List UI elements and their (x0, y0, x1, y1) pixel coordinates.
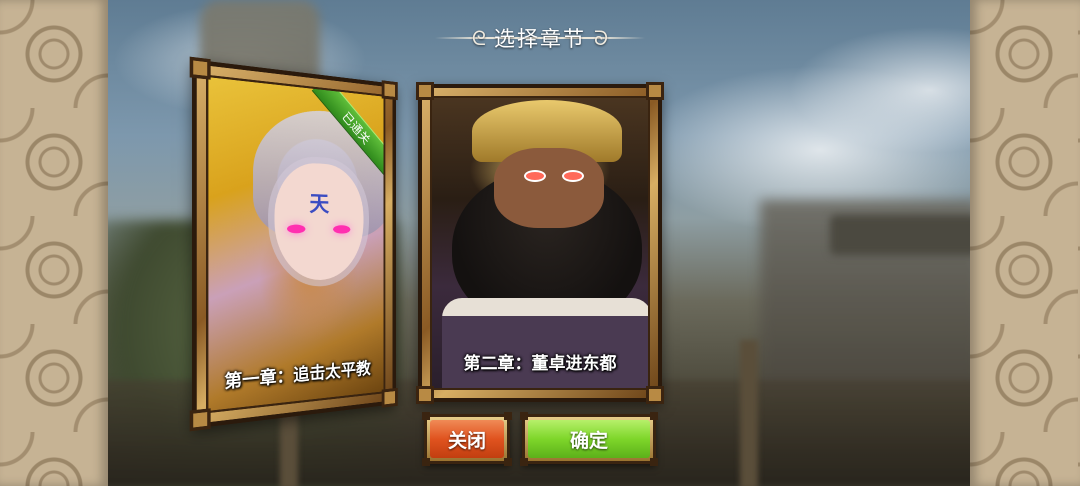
confirm-button-label: 确定 (528, 420, 650, 458)
chapter-card-2[interactable]: 第二章：董卓进东都 (416, 82, 664, 404)
chapter-title: 第一章：追击太平教 (224, 358, 371, 393)
frame-corner (189, 408, 211, 432)
button-corner (650, 412, 658, 420)
button-corner (422, 458, 430, 466)
button-corner (504, 458, 512, 466)
chapter-card-art: 天 已通关 第一章：追击太平教 (206, 74, 386, 414)
chapter-card-art: 第二章：董卓进东都 (430, 96, 650, 390)
close-button-label: 关闭 (430, 420, 504, 458)
button-corner (422, 412, 430, 420)
frame-corner (381, 80, 398, 101)
button-corner (520, 458, 528, 466)
close-button[interactable]: 关闭 (422, 412, 512, 466)
background-roof (830, 215, 980, 255)
confirm-button[interactable]: 确定 (520, 412, 658, 466)
dialog-header: ᘓ 选择章节 ᘐ (430, 20, 650, 56)
character-face (494, 148, 604, 228)
frame-corner (646, 82, 664, 100)
character-eye (524, 170, 546, 182)
frame-corner (416, 82, 434, 100)
character-eye (562, 170, 584, 182)
frame-corner (189, 56, 211, 80)
character-face (274, 160, 364, 282)
button-corner (504, 412, 512, 420)
frame-corner (416, 386, 434, 404)
button-corner (520, 412, 528, 420)
character-eye (287, 224, 306, 234)
chapter-title: 第二章：董卓进东都 (463, 354, 617, 374)
left-ornament-panel (0, 0, 108, 486)
frame-corner (646, 386, 664, 404)
right-ornament-panel (970, 0, 1080, 486)
button-corner (650, 458, 658, 466)
character-eye (333, 225, 351, 234)
page-title: 选择章节 (494, 27, 586, 51)
forehead-mark-icon: 天 (309, 190, 330, 217)
frame-corner (381, 387, 398, 408)
chapter-card-1[interactable]: 天 已通关 第一章：追击太平教 (189, 56, 398, 432)
background-pole (740, 340, 758, 486)
ornament-curl-icon: ᘐ (594, 26, 609, 50)
ornament-curl-icon: ᘓ (471, 26, 486, 50)
character-robe (442, 298, 648, 388)
